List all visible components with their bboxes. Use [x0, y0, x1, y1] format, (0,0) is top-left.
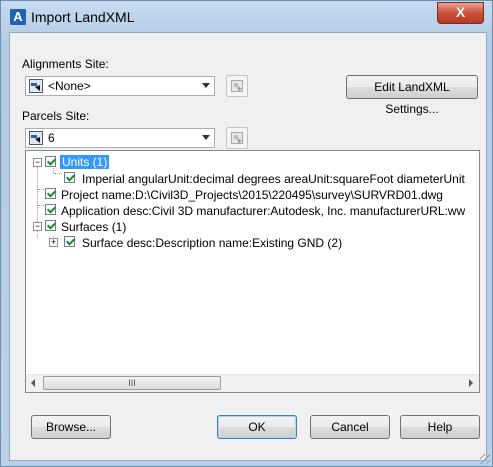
tree-node-label: Imperial angularUnit:decimal degrees are… — [82, 172, 465, 186]
alignments-site-label: Alignments Site: — [22, 57, 109, 71]
parcels-site-dropdown[interactable]: 6 — [25, 128, 215, 148]
tree-node-surfaces[interactable]: − Surfaces (1) — [26, 219, 479, 235]
alignments-pick-button[interactable] — [226, 75, 248, 97]
tree-node-label: Surface desc:Description name:Existing G… — [82, 236, 343, 250]
collapse-icon[interactable]: − — [33, 158, 42, 167]
browse-button[interactable]: Browse... — [31, 415, 111, 439]
project-checkbox[interactable] — [45, 188, 56, 199]
surfaces-checkbox[interactable] — [45, 220, 56, 231]
pick-from-drawing-icon — [231, 80, 243, 92]
tree-node-label: Project name:D:\Civil3D_Projects\2015\22… — [61, 188, 443, 202]
ok-button[interactable]: OK — [217, 415, 297, 439]
close-icon: X — [455, 4, 466, 20]
tree-node-label: Application desc:Civil 3D manufacturer:A… — [61, 204, 466, 218]
tree-node-imperial[interactable]: Imperial angularUnit:decimal degrees are… — [26, 171, 479, 187]
tree-node-label: Surfaces (1) — [61, 220, 127, 234]
autocad-app-icon: A — [10, 9, 26, 25]
tree-node-project[interactable]: Project name:D:\Civil3D_Projects\2015\22… — [26, 187, 479, 203]
tree-node-application[interactable]: Application desc:Civil 3D manufacturer:A… — [26, 203, 479, 219]
parcels-pick-button[interactable] — [226, 127, 248, 149]
surface-checkbox[interactable] — [64, 236, 75, 247]
window-title: Import LandXML — [31, 9, 135, 25]
cancel-button[interactable]: Cancel — [310, 415, 390, 439]
parcels-site-label: Parcels Site: — [22, 109, 90, 123]
collapse-icon[interactable]: − — [33, 222, 42, 231]
import-landxml-dialog: A Import LandXML X Alignments Site: <Non… — [0, 0, 493, 467]
tree-node-label: Units (1) — [60, 155, 110, 169]
chevron-down-icon — [202, 83, 210, 88]
title-bar[interactable]: A Import LandXML X — [1, 1, 492, 33]
alignments-site-value: <None> — [48, 79, 91, 93]
tree-node-units[interactable]: − Units (1) — [26, 155, 479, 171]
scrollbar-thumb[interactable]: III — [43, 376, 221, 390]
pick-from-drawing-icon — [231, 132, 243, 144]
parcels-site-value: 6 — [48, 131, 55, 145]
expand-icon[interactable]: + — [49, 238, 58, 247]
alignments-site-dropdown[interactable]: <None> — [25, 76, 215, 96]
edit-landxml-settings-button[interactable]: Edit LandXML Settings... — [346, 75, 478, 116]
help-button[interactable]: Help — [400, 415, 480, 439]
chevron-down-icon — [202, 135, 210, 140]
tree-node-surface[interactable]: + Surface desc:Description name:Existing… — [26, 235, 479, 251]
landxml-tree-view[interactable]: − Units (1) Imperial angularUnit:decimal… — [25, 150, 480, 393]
imperial-checkbox[interactable] — [64, 172, 75, 183]
resize-grip-icon[interactable] — [480, 454, 490, 464]
application-checkbox[interactable] — [45, 204, 56, 215]
site-icon — [29, 131, 43, 145]
scroll-right-icon[interactable] — [469, 379, 473, 387]
site-icon — [29, 79, 43, 93]
units-checkbox[interactable] — [45, 156, 56, 167]
close-button[interactable]: X — [437, 2, 484, 24]
horizontal-scrollbar[interactable]: III — [26, 374, 479, 392]
scroll-left-icon[interactable] — [31, 379, 35, 387]
